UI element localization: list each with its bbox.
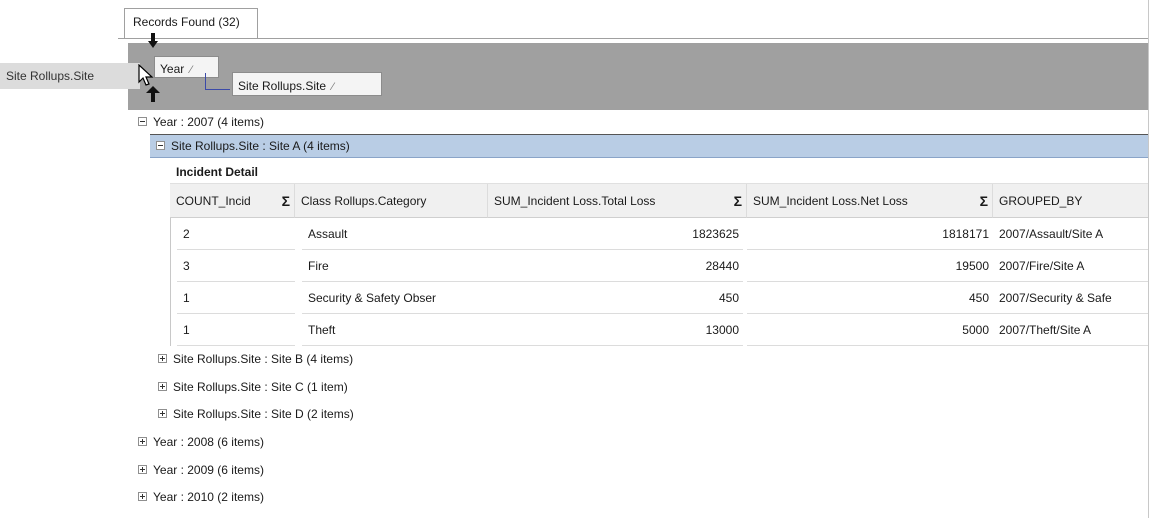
tab-records-found[interactable]: Records Found (32) (124, 8, 258, 38)
tab-label: Records Found (32) (133, 15, 240, 29)
group-row-label: Year : 2009 (6 items) (153, 463, 264, 477)
cell-category: Assault (302, 218, 488, 250)
grid-border (170, 218, 171, 346)
cell-count: 3 (177, 250, 295, 282)
group-row-site-a[interactable]: Site Rollups.Site : Site A (4 items) (150, 134, 1149, 158)
group-row-year-2008[interactable]: Year : 2008 (6 items) (138, 430, 264, 454)
group-chip-year[interactable]: Year ⁄ (154, 56, 219, 78)
group-row-year-2009[interactable]: Year : 2009 (6 items) (138, 458, 264, 482)
cell-category: Security & Safety Obser (302, 282, 488, 314)
cell-net-loss: 1818171 (747, 218, 993, 250)
cell-net-loss: 450 (747, 282, 993, 314)
sort-indicator-icon: ⁄ (332, 81, 334, 93)
column-header-category[interactable]: Class Rollups.Category (295, 184, 488, 218)
expand-icon[interactable] (138, 492, 147, 502)
column-header-label: GROUPED_BY (999, 194, 1083, 208)
column-header-label: SUM_Incident Loss.Total Loss (494, 194, 656, 208)
group-row-label: Site Rollups.Site : Site A (4 items) (171, 139, 350, 153)
cell-category: Theft (302, 314, 488, 346)
expand-icon[interactable] (158, 354, 167, 364)
group-row-site-b[interactable]: Site Rollups.Site : Site B (4 items) (158, 347, 353, 371)
mouse-pointer-icon (138, 64, 154, 86)
group-chip-site[interactable]: Site Rollups.Site ⁄ (232, 72, 382, 96)
cell-count: 1 (177, 282, 295, 314)
column-header-grouped-by[interactable]: GROUPED_BY (993, 184, 1149, 218)
drag-ghost-label: Site Rollups.Site (6, 69, 95, 83)
group-row-label: Site Rollups.Site : Site B (4 items) (173, 352, 354, 366)
cell-total-loss: 13000 (488, 314, 743, 346)
expand-icon[interactable] (158, 409, 167, 419)
group-row-label: Site Rollups.Site : Site D (2 items) (173, 407, 354, 421)
cell-count: 1 (177, 314, 295, 346)
column-header-net-loss[interactable]: SUM_Incident Loss.Net Loss Σ (747, 184, 993, 218)
cell-grouped-by: 2007/Fire/Site A (993, 250, 1148, 282)
group-row-label: Year : 2010 (2 items) (153, 490, 264, 504)
column-header-label: COUNT_Incid (176, 194, 251, 208)
group-connector (205, 89, 230, 90)
group-row-site-c[interactable]: Site Rollups.Site : Site C (1 item) (158, 375, 348, 399)
expand-icon[interactable] (138, 465, 147, 475)
group-row-site-d[interactable]: Site Rollups.Site : Site D (2 items) (158, 402, 354, 426)
column-header-label: Class Rollups.Category (301, 194, 427, 208)
expand-icon[interactable] (138, 437, 147, 447)
group-chip-label: Year (160, 62, 185, 76)
cell-category: Fire (302, 250, 488, 282)
column-header-total-loss[interactable]: SUM_Incident Loss.Total Loss Σ (488, 184, 747, 218)
group-row-year-2007[interactable]: Year : 2007 (4 items) (138, 110, 264, 134)
detail-band-title: Incident Detail (170, 160, 1149, 184)
drag-ghost-column: Site Rollups.Site (0, 63, 140, 89)
group-row-label: Site Rollups.Site : Site C (1 item) (173, 380, 348, 394)
cell-total-loss: 1823625 (488, 218, 743, 250)
cell-total-loss: 450 (488, 282, 743, 314)
cell-count: 2 (177, 218, 295, 250)
group-connector (205, 73, 206, 90)
sigma-icon[interactable]: Σ (980, 184, 988, 217)
cell-grouped-by: 2007/Security & Safe (993, 282, 1148, 314)
column-header-count[interactable]: COUNT_Incid Σ (170, 184, 295, 218)
tab-strip: Records Found (32) (118, 0, 1149, 39)
cell-net-loss: 19500 (747, 250, 993, 282)
sigma-icon[interactable]: Σ (734, 184, 742, 217)
group-chip-label: Site Rollups.Site (238, 79, 327, 93)
drop-indicator-up-icon (146, 86, 160, 102)
column-header-label: SUM_Incident Loss.Net Loss (753, 194, 908, 208)
cell-total-loss: 28440 (488, 250, 743, 282)
group-row-label: Year : 2007 (4 items) (153, 115, 264, 129)
expand-icon[interactable] (158, 382, 167, 392)
group-row-label: Year : 2008 (6 items) (153, 435, 264, 449)
drop-indicator-down-icon (148, 33, 158, 48)
group-row-year-2010[interactable]: Year : 2010 (2 items) (138, 485, 264, 509)
cell-grouped-by: 2007/Assault/Site A (993, 218, 1148, 250)
collapse-icon[interactable] (156, 141, 165, 151)
collapse-icon[interactable] (138, 117, 147, 127)
sigma-icon[interactable]: Σ (282, 184, 290, 217)
sort-indicator-icon: ⁄ (190, 64, 193, 76)
cell-net-loss: 5000 (747, 314, 993, 346)
cell-grouped-by: 2007/Theft/Site A (993, 314, 1148, 346)
